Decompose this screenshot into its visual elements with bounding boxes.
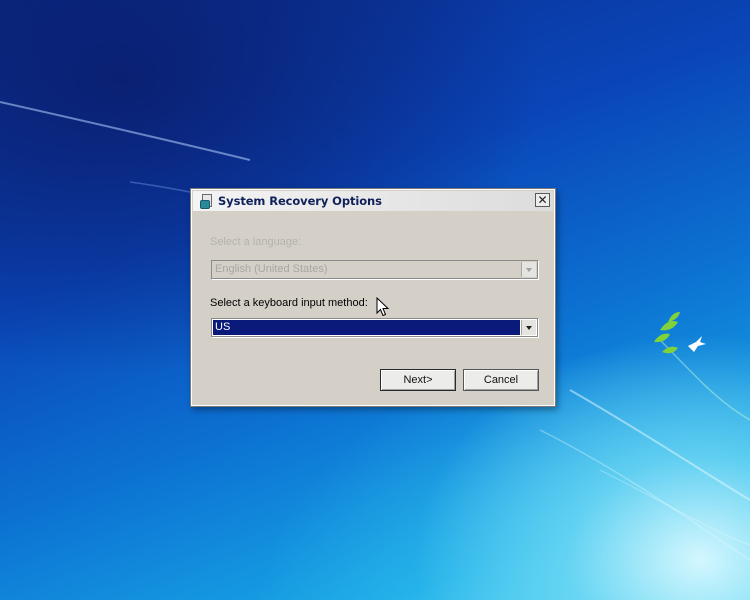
next-button[interactable]: Next> — [380, 369, 456, 391]
close-icon: ✕ — [537, 193, 548, 207]
language-dropdown-button — [521, 262, 536, 277]
bird-icon — [688, 336, 706, 352]
keyboard-method-label: Select a keyboard input method: — [210, 297, 368, 309]
dialog-title: System Recovery Options — [218, 194, 382, 208]
chevron-down-icon — [526, 325, 532, 330]
desktop: System Recovery Options ✕ Select a langu… — [0, 0, 750, 600]
keyboard-method-select[interactable]: US — [211, 318, 538, 337]
language-label: Select a language: — [210, 236, 302, 248]
system-recovery-dialog: System Recovery Options ✕ Select a langu… — [190, 188, 556, 407]
dialog-titlebar[interactable]: System Recovery Options ✕ — [193, 191, 553, 211]
keyboard-dropdown-button[interactable] — [521, 320, 536, 335]
cancel-button[interactable]: Cancel — [463, 369, 539, 391]
language-select-value: English (United States) — [215, 263, 328, 275]
chevron-down-icon — [526, 267, 532, 272]
close-button[interactable]: ✕ — [535, 193, 550, 207]
keyboard-method-select-value: US — [213, 320, 520, 335]
language-select: English (United States) — [211, 260, 538, 279]
mouse-pointer-icon — [376, 297, 390, 317]
recovery-disc-icon — [200, 194, 212, 209]
